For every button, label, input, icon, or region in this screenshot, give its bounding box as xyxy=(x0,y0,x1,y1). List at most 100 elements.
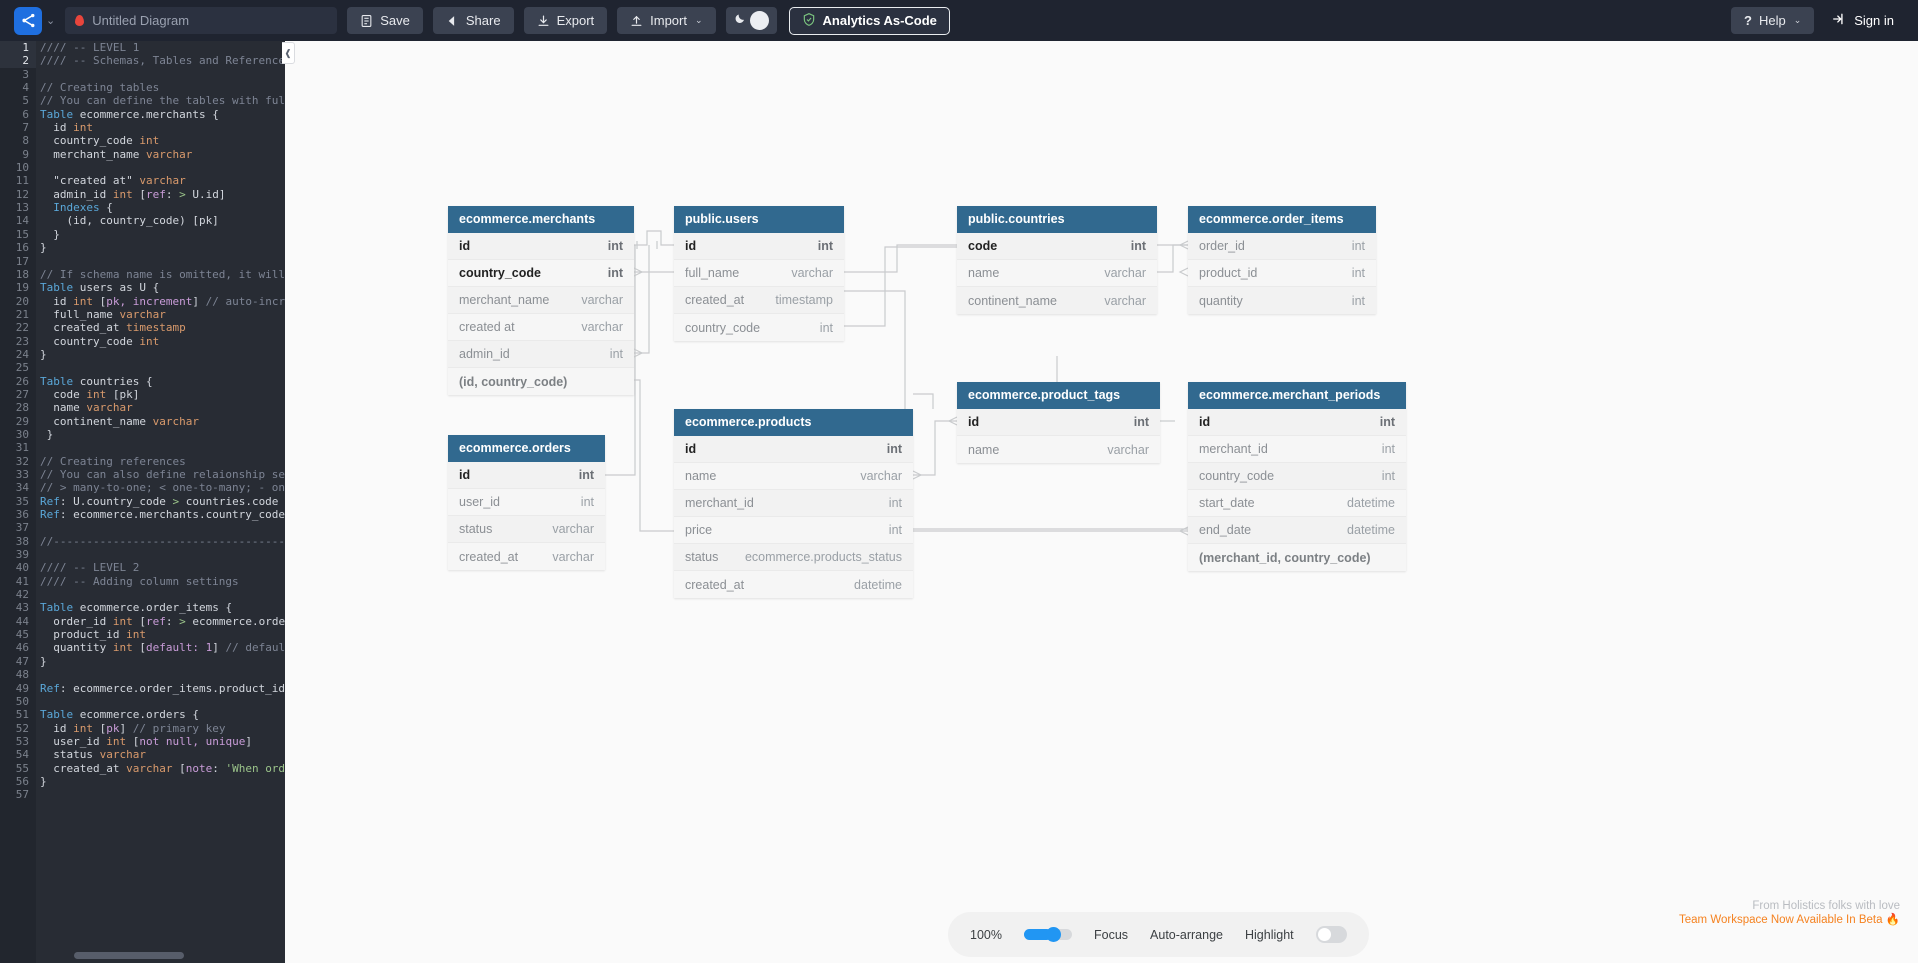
er-table-column-row[interactable]: name varchar xyxy=(957,436,1160,463)
er-table-column-row[interactable]: end_date datetime xyxy=(1188,517,1406,544)
export-button[interactable]: Export xyxy=(523,7,608,34)
code-line[interactable]: created_at timestamp xyxy=(36,321,285,334)
code-line[interactable] xyxy=(36,788,285,801)
code-line[interactable]: quantity int [default: 1] // default v xyxy=(36,641,285,654)
er-table-column-row[interactable]: name varchar xyxy=(957,260,1157,287)
code-line[interactable]: id int [pk, increment] // auto-increme xyxy=(36,295,285,308)
er-table[interactable]: ecommerce.product_tags id int name varchar xyxy=(957,382,1160,463)
code-line[interactable]: Table countries { xyxy=(36,375,285,388)
code-line[interactable]: name varchar xyxy=(36,401,285,414)
code-line[interactable] xyxy=(36,68,285,81)
er-table-column-row[interactable]: quantity int xyxy=(1188,287,1376,314)
er-table-column-row[interactable]: order_id int xyxy=(1188,233,1376,260)
er-table-column-row[interactable]: created_at varchar xyxy=(448,543,605,570)
code-line[interactable]: full_name varchar xyxy=(36,308,285,321)
code-line[interactable] xyxy=(36,588,285,601)
chevron-left-icon[interactable]: ❰ xyxy=(282,42,295,64)
er-table-column-row[interactable]: id int xyxy=(674,436,913,463)
dbml-code-area[interactable]: //// -- LEVEL 1//// -- Schemas, Tables a… xyxy=(36,41,285,963)
er-table[interactable]: ecommerce.orders id int user_id int status var… xyxy=(448,435,605,570)
code-line[interactable]: Ref: ecommerce.merchants.country_code > xyxy=(36,508,285,521)
er-table[interactable]: ecommerce.products id int name varchar mercha… xyxy=(674,409,913,598)
er-table-column-row[interactable]: created at varchar xyxy=(448,314,634,341)
code-line[interactable]: user_id int [not null, unique] xyxy=(36,735,285,748)
code-line[interactable]: // You can also define relaionship separ xyxy=(36,468,285,481)
help-button[interactable]: ? Help ⌄ xyxy=(1731,7,1815,34)
code-line[interactable]: // > many-to-one; < one-to-many; - one-t xyxy=(36,481,285,494)
code-line[interactable]: Table ecommerce.order_items { xyxy=(36,601,285,614)
logo-dropdown-caret-icon[interactable]: ⌄ xyxy=(46,14,55,27)
er-table-column-row[interactable]: start_date datetime xyxy=(1188,490,1406,517)
er-table[interactable]: public.countries code int name varchar contin… xyxy=(957,206,1157,314)
er-table-index-row[interactable]: (id, country_code) xyxy=(448,368,634,395)
code-line[interactable] xyxy=(36,161,285,174)
code-line[interactable]: order_id int [ref: > ecommerce.orders. xyxy=(36,615,285,628)
zoom-slider[interactable] xyxy=(1023,927,1072,942)
focus-button[interactable]: Focus xyxy=(1094,928,1128,942)
editor-horizontal-scrollbar[interactable] xyxy=(74,952,184,959)
code-line[interactable] xyxy=(36,255,285,268)
er-table-index-row[interactable]: (merchant_id, country_code) xyxy=(1188,544,1406,571)
er-table-column-row[interactable]: created_at timestamp xyxy=(674,287,844,314)
er-table-header[interactable]: ecommerce.merchants xyxy=(448,206,634,233)
code-line[interactable]: } xyxy=(36,241,285,254)
code-editor-panel[interactable]: 1 2 3 4 5 6 7 8 9 10 11 12 13 14 15 16 17 18 19 20 21 22 23 24 2… xyxy=(0,41,285,963)
er-table-column-row[interactable]: id int xyxy=(1188,409,1406,436)
zoom-slider-knob[interactable] xyxy=(1045,927,1061,942)
share-button[interactable]: Share xyxy=(432,7,514,34)
er-table-column-row[interactable]: id int xyxy=(957,409,1160,436)
code-line[interactable]: } xyxy=(36,348,285,361)
code-line[interactable]: Indexes { xyxy=(36,201,285,214)
code-line[interactable]: //// -- LEVEL 2 xyxy=(36,561,285,574)
import-button[interactable]: Import ⌄ xyxy=(617,7,716,34)
code-line[interactable]: Table ecommerce.orders { xyxy=(36,708,285,721)
diagram-title-input[interactable]: Untitled Diagram xyxy=(65,7,338,34)
code-line[interactable] xyxy=(36,521,285,534)
er-table-column-row[interactable]: full_name varchar xyxy=(674,260,844,287)
er-table-column-row[interactable]: price int xyxy=(674,517,913,544)
code-line[interactable] xyxy=(36,361,285,374)
er-table-header[interactable]: ecommerce.merchant_periods xyxy=(1188,382,1406,409)
auto-arrange-button[interactable]: Auto-arrange xyxy=(1150,928,1223,942)
code-line[interactable]: country_code int xyxy=(36,134,285,147)
er-table-column-row[interactable]: product_id int xyxy=(1188,260,1376,287)
er-table-header[interactable]: ecommerce.order_items xyxy=(1188,206,1376,233)
highlight-toggle[interactable] xyxy=(1315,926,1347,943)
code-line[interactable]: admin_id int [ref: > U.id] xyxy=(36,188,285,201)
code-line[interactable]: } xyxy=(36,775,285,788)
er-table-column-row[interactable]: merchant_id int xyxy=(674,490,913,517)
er-table-column-row[interactable]: id int xyxy=(448,462,605,489)
code-line[interactable]: //// -- Adding column settings xyxy=(36,575,285,588)
er-table[interactable]: ecommerce.merchant_periods id int merchant_… xyxy=(1188,382,1406,571)
er-table-column-row[interactable]: merchant_id int xyxy=(1188,436,1406,463)
dbdiagram-logo-icon[interactable] xyxy=(14,6,42,35)
code-line[interactable]: id int xyxy=(36,121,285,134)
code-line[interactable]: product_id int xyxy=(36,628,285,641)
code-line[interactable]: country_code int xyxy=(36,335,285,348)
code-line[interactable]: code int [pk] xyxy=(36,388,285,401)
code-line[interactable]: Table users as U { xyxy=(36,281,285,294)
code-line[interactable]: Table ecommerce.merchants { xyxy=(36,108,285,121)
er-table[interactable]: public.users id int full_name varchar created… xyxy=(674,206,844,341)
er-table-header[interactable]: ecommerce.orders xyxy=(448,435,605,462)
er-table-column-row[interactable]: admin_id int xyxy=(448,341,634,368)
code-line[interactable]: // Creating references xyxy=(36,455,285,468)
code-line[interactable] xyxy=(36,441,285,454)
er-table-column-row[interactable]: status varchar xyxy=(448,516,605,543)
code-line[interactable]: //-------------------------------------- xyxy=(36,535,285,548)
code-line[interactable]: // If schema name is omitted, it will de xyxy=(36,268,285,281)
code-line[interactable]: created_at varchar [note: 'When order xyxy=(36,762,285,775)
diagram-canvas[interactable]: ecommerce.merchants id int country_code int m… xyxy=(285,41,1918,963)
code-line[interactable]: //// -- Schemas, Tables and References xyxy=(36,54,285,67)
code-line[interactable]: id int [pk] // primary key xyxy=(36,722,285,735)
er-table-header[interactable]: ecommerce.product_tags xyxy=(957,382,1160,409)
er-table[interactable]: ecommerce.order_items order_id int product_… xyxy=(1188,206,1376,314)
er-table-column-row[interactable]: id int xyxy=(674,233,844,260)
code-line[interactable]: } xyxy=(36,228,285,241)
er-table-column-row[interactable]: user_id int xyxy=(448,489,605,516)
er-table-column-row[interactable]: merchant_name varchar xyxy=(448,287,634,314)
code-line[interactable]: Ref: ecommerce.order_items.product_id > xyxy=(36,682,285,695)
code-line[interactable]: } xyxy=(36,655,285,668)
er-table[interactable]: ecommerce.merchants id int country_code int m… xyxy=(448,206,634,395)
er-table-column-row[interactable]: country_code int xyxy=(674,314,844,341)
